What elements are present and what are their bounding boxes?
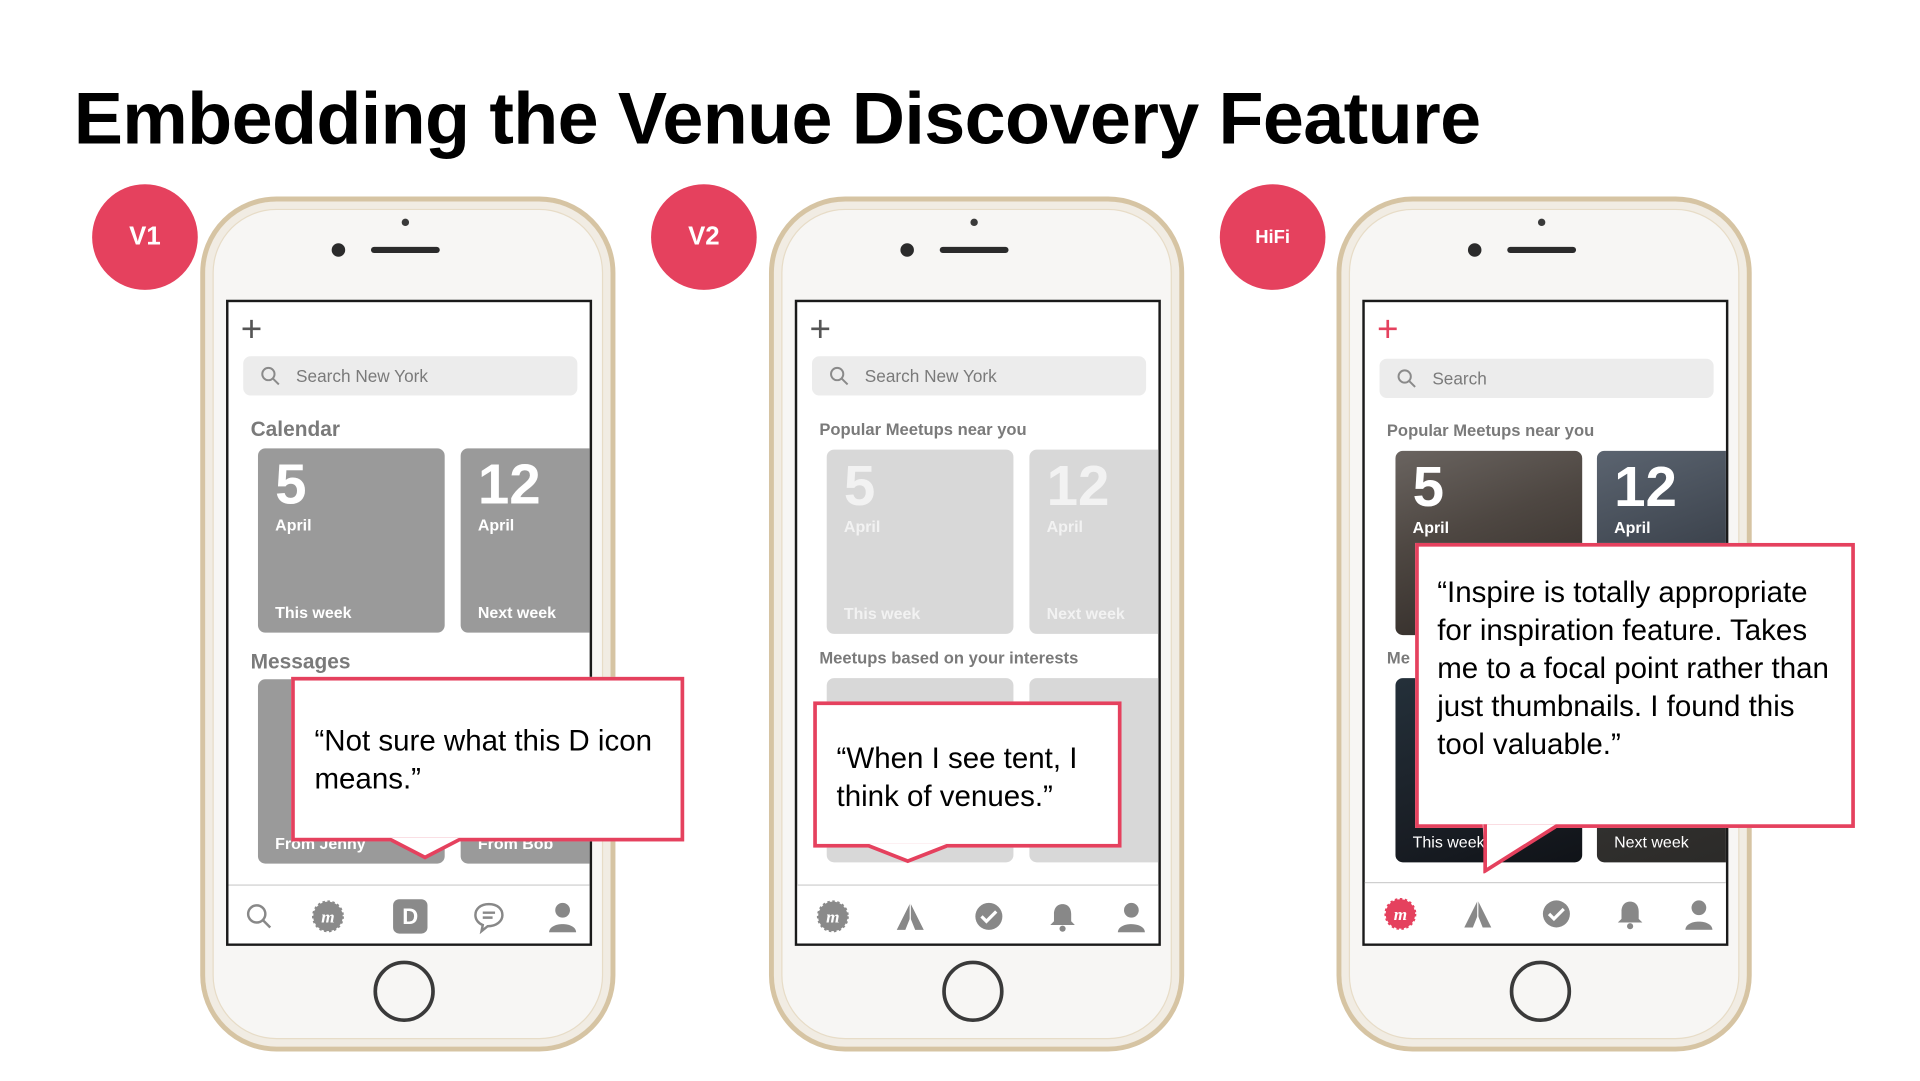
tent-icon[interactable]	[893, 900, 927, 934]
card-month: April	[843, 517, 881, 536]
phone-camera	[1467, 243, 1482, 257]
meetup-card[interactable]: 12 April Next week	[1029, 449, 1159, 634]
search-placeholder: Search New York	[864, 366, 997, 386]
section-calendar: Calendar	[250, 417, 340, 441]
phone-sensor	[970, 218, 978, 227]
profile-icon[interactable]	[547, 900, 579, 933]
bell-icon[interactable]	[1614, 898, 1646, 930]
meetup-card[interactable]: 5 April This week	[826, 449, 1014, 634]
d-icon[interactable]: D	[393, 899, 428, 934]
phone-sensor	[401, 218, 410, 227]
add-button[interactable]: +	[1377, 311, 1399, 349]
search-icon	[261, 366, 280, 386]
chat-icon[interactable]	[472, 900, 506, 935]
bubble-tail	[1482, 824, 1557, 874]
card-footer: This week	[275, 603, 352, 622]
quote-text: “Not sure what this D icon means.”	[314, 724, 653, 797]
tab-bar: m	[797, 884, 1159, 944]
profile-icon[interactable]	[1683, 898, 1715, 930]
search-icon[interactable]	[243, 900, 275, 932]
quote-bubble-v2: “When I see tent, I think of venues.”	[813, 701, 1122, 864]
card-day: 12	[477, 452, 541, 516]
phone-camera	[331, 243, 346, 257]
home-button[interactable]	[1509, 960, 1572, 1023]
section-interests: Me	[1386, 648, 1410, 668]
card-month: April	[477, 515, 515, 535]
card-day: 12	[1046, 453, 1110, 518]
svg-text:m: m	[826, 908, 839, 927]
card-month: April	[1412, 518, 1450, 537]
meetup-logo-icon[interactable]: m	[1382, 896, 1419, 933]
phone-v1: + Search New York Calendar 5 April This …	[200, 196, 616, 1052]
search-input[interactable]: Search New York	[811, 356, 1147, 396]
check-icon[interactable]	[973, 900, 1005, 932]
card-day: 5	[843, 453, 876, 518]
phone-sensor	[1537, 218, 1546, 227]
profile-icon[interactable]	[1115, 900, 1147, 933]
quote-bubble-v1: “Not sure what this D icon means.”	[291, 676, 685, 860]
section-popular: Popular Meetups near you	[819, 420, 1027, 439]
badge-v1: V1	[92, 184, 198, 290]
card-footer: This week	[1412, 832, 1485, 852]
card-day: 12	[1614, 454, 1677, 519]
phone-screen-v2: + Search New York Popular Meetups near y…	[794, 299, 1161, 946]
card-footer: Next week	[1614, 832, 1689, 852]
phone-speaker	[939, 246, 1009, 254]
card-footer: This week	[843, 604, 921, 623]
svg-text:m: m	[321, 908, 334, 927]
card-footer: Next week	[1046, 604, 1125, 623]
card-day: 5	[275, 452, 307, 516]
calendar-card[interactable]: 5 April This week	[257, 448, 445, 633]
search-input[interactable]: Search New York	[243, 356, 578, 396]
check-icon[interactable]	[1540, 898, 1572, 930]
section-messages: Messages	[250, 649, 351, 674]
home-button[interactable]	[373, 960, 435, 1023]
add-button[interactable]: +	[810, 311, 832, 349]
tent-icon[interactable]	[1461, 898, 1495, 932]
bubble-tail	[390, 837, 460, 860]
home-button[interactable]	[942, 960, 1004, 1023]
calendar-card[interactable]: 12 April Next week	[460, 448, 590, 633]
search-icon	[830, 366, 849, 386]
badge-hifi: HiFi	[1219, 184, 1326, 290]
phone-speaker	[1507, 246, 1577, 254]
card-month: April	[1614, 518, 1651, 537]
card-footer: Next week	[477, 603, 556, 622]
tab-bar: m	[1364, 881, 1726, 944]
search-placeholder: Search	[1432, 368, 1487, 389]
search-input[interactable]: Search	[1379, 358, 1714, 399]
phone-speaker	[370, 246, 440, 254]
badge-v2: V2	[651, 184, 757, 290]
section-popular: Popular Meetups near you	[1386, 421, 1595, 440]
quote-text: “When I see tent, I think of venues.”	[836, 741, 1078, 814]
tab-bar: m D	[228, 884, 590, 944]
card-day: 5	[1412, 454, 1445, 519]
card-month: April	[1046, 517, 1083, 536]
card-month: April	[275, 515, 312, 535]
quote-bubble-hifi: “Inspire is totally appropriate for insp…	[1415, 542, 1855, 874]
meetup-logo-icon[interactable]: m	[814, 898, 851, 935]
meetup-logo-icon[interactable]: m	[310, 898, 347, 935]
section-interests: Meetups based on your interests	[819, 648, 1079, 668]
bubble-tail	[868, 843, 948, 864]
search-placeholder: Search New York	[296, 366, 428, 386]
add-button[interactable]: +	[241, 311, 263, 349]
phone-v2: + Search New York Popular Meetups near y…	[768, 196, 1185, 1052]
search-icon	[1397, 369, 1416, 388]
bell-icon[interactable]	[1047, 900, 1079, 932]
svg-text:m: m	[1394, 905, 1407, 924]
slide: Embedding the Venue Discovery Feature V1…	[0, 0, 1920, 1081]
slide-title: Embedding the Venue Discovery Feature	[73, 77, 1481, 160]
quote-text: “Inspire is totally appropriate for insp…	[1437, 576, 1829, 762]
phone-camera	[900, 243, 914, 257]
